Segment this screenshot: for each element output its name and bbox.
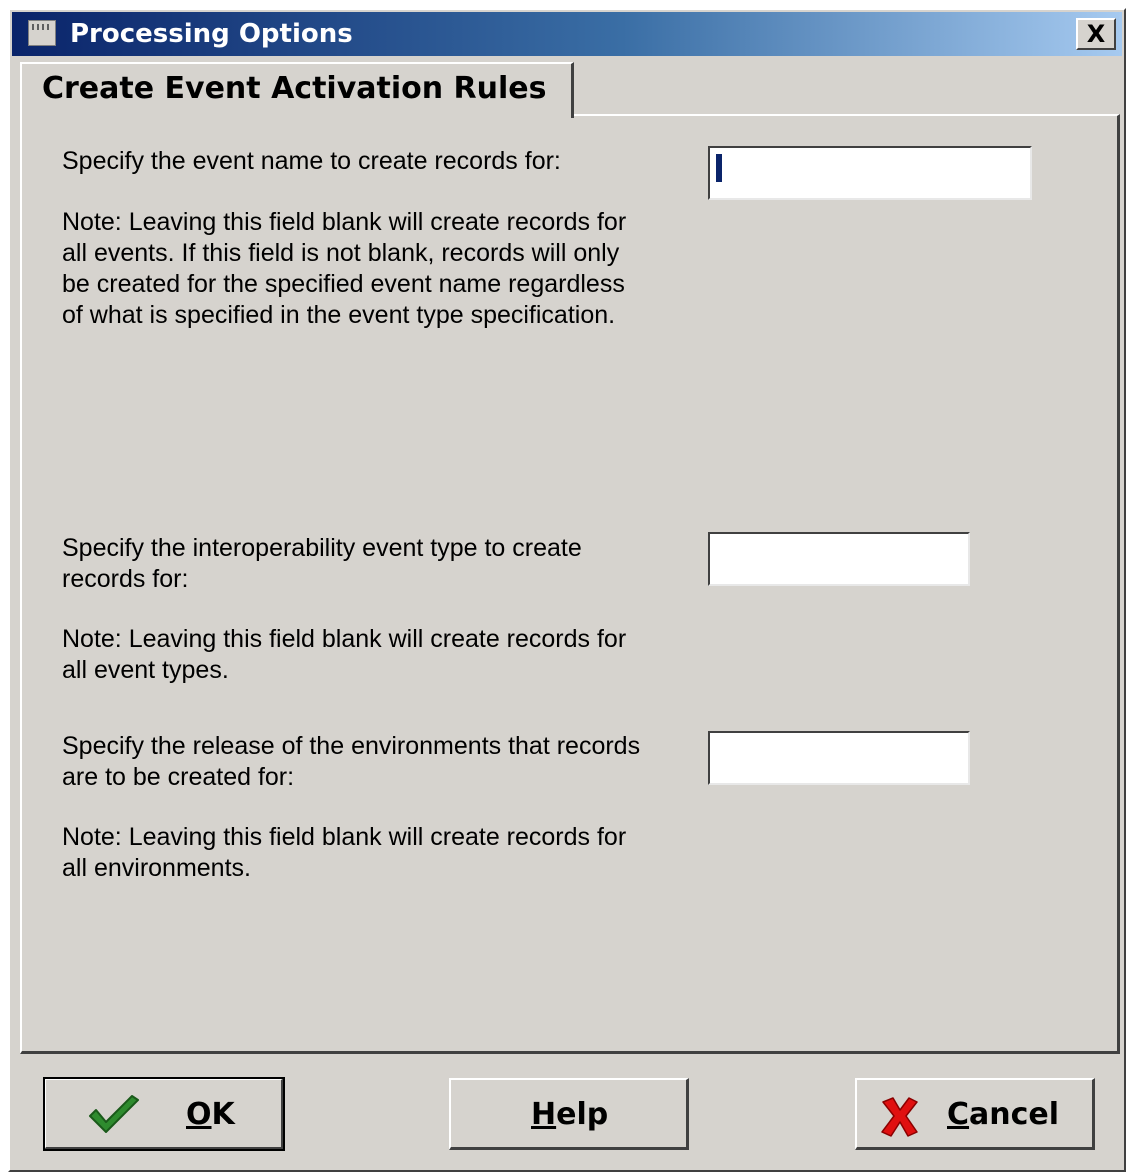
close-button[interactable]: X [1076, 18, 1116, 50]
event-name-input[interactable] [708, 146, 1032, 200]
event-name-label: Specify the event name to create records… [62, 147, 561, 175]
ok-label: OK [186, 1097, 235, 1132]
event-type-note: Note: Leaving this field blank will crea… [62, 625, 627, 684]
red-x-icon [881, 1097, 918, 1137]
window-icon [28, 20, 56, 46]
release-input[interactable] [708, 731, 970, 785]
title-bar: Processing Options X [12, 12, 1122, 56]
window-title: Processing Options [70, 19, 353, 49]
release-note: Note: Leaving this field blank will crea… [62, 823, 627, 882]
tab-create-event-activation-rules[interactable]: Create Event Activation Rules [20, 62, 574, 118]
help-label: Help [531, 1097, 609, 1132]
event-name-note: Note: Leaving this field blank will crea… [62, 208, 627, 329]
event-type-label: Specify the interoperability event type … [62, 534, 582, 593]
tab-label: Create Event Activation Rules [42, 71, 547, 106]
checkmark-icon [89, 1095, 139, 1133]
help-button[interactable]: Help [449, 1078, 689, 1150]
cancel-button[interactable]: Cancel [855, 1078, 1095, 1150]
cancel-label: Cancel [947, 1097, 1060, 1132]
release-label: Specify the release of the environments … [62, 732, 641, 791]
ok-button[interactable]: OK [43, 1077, 285, 1151]
text-cursor [716, 154, 722, 182]
event-type-input[interactable] [708, 532, 970, 586]
